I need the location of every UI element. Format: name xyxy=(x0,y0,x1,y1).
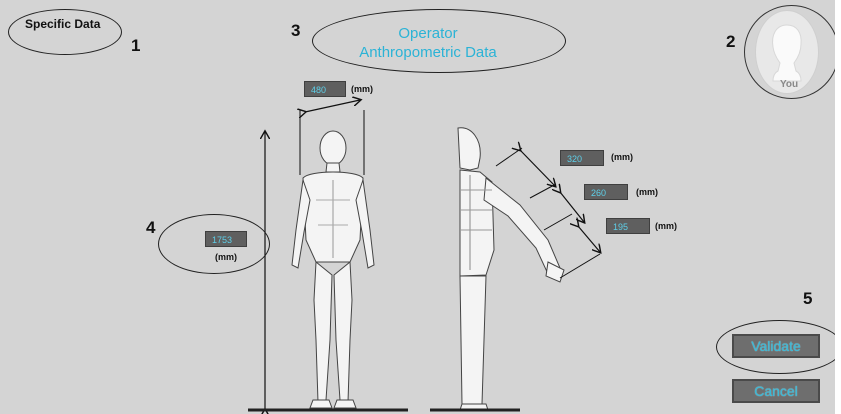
hand-unit: (mm) xyxy=(655,221,677,231)
upper-arm-guide-1 xyxy=(495,147,523,167)
marker-4: 4 xyxy=(146,218,156,237)
forearm-field[interactable]: 260 xyxy=(584,184,628,200)
height-unit: (mm) xyxy=(215,252,237,262)
upper-arm-arrow xyxy=(520,150,555,186)
side-body-figure xyxy=(457,127,565,411)
shoulder-width-arrow xyxy=(305,100,360,112)
shoulder-width-unit: (mm) xyxy=(351,84,373,94)
forearm-unit: (mm) xyxy=(636,187,658,197)
forearm-guide xyxy=(543,213,573,231)
hand-field[interactable]: 195 xyxy=(606,218,650,234)
hand-arrow xyxy=(578,226,600,252)
forearm-arrow xyxy=(560,192,584,222)
anthropometric-figures xyxy=(248,0,835,414)
upper-arm-field[interactable]: 320 xyxy=(560,150,604,166)
anthropometric-screen: Specific Data 1 3 Operator Anthropometri… xyxy=(0,0,835,414)
upper-arm-guide-2 xyxy=(529,183,557,199)
validate-button[interactable]: Validate xyxy=(732,334,820,358)
upper-arm-unit: (mm) xyxy=(611,152,633,162)
cancel-button[interactable]: Cancel xyxy=(732,379,820,403)
marker-5: 5 xyxy=(803,289,813,308)
hand-guide xyxy=(559,253,601,279)
front-body-figure xyxy=(291,130,375,409)
shoulder-width-field[interactable]: 480 xyxy=(304,81,346,97)
height-field[interactable]: 1753 xyxy=(205,231,247,247)
